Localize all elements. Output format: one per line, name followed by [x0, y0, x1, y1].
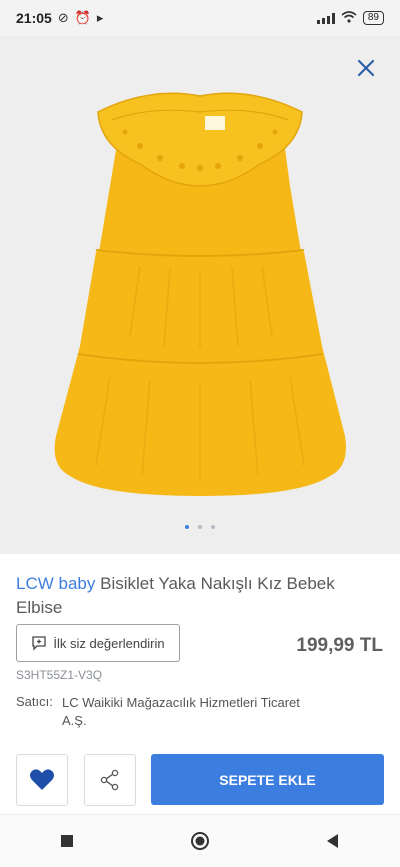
product-image: [54, 92, 346, 496]
share-icon: [100, 769, 119, 791]
recent-apps-icon: [60, 835, 73, 847]
close-icon: [357, 59, 375, 77]
product-price: 199,99 TL: [296, 635, 383, 656]
alarm-icon: ⏰: [74, 10, 91, 25]
write-review-button[interactable]: İlk siz değerlendirin: [16, 624, 180, 662]
product-image-gallery[interactable]: [0, 36, 400, 554]
seller-name[interactable]: LC Waikiki Mağazacılık Hizmetleri Ticare…: [62, 694, 302, 730]
battery-indicator: 89: [362, 11, 384, 25]
status-time: 21:05: [16, 10, 52, 26]
product-title: LCW baby Bisiklet Yaka Nakışlı Kız Bebek…: [16, 572, 376, 620]
close-button[interactable]: [354, 56, 378, 80]
status-bar: 21:05 ⊘ ⏰ ▸ 89: [0, 0, 400, 36]
wifi-icon: [341, 10, 357, 26]
home-button[interactable]: [180, 821, 220, 861]
seller-label: Satıcı:: [16, 694, 53, 709]
action-bar: SEPETE EKLE: [16, 754, 384, 806]
home-icon: [190, 832, 209, 850]
add-review-icon: [32, 636, 47, 651]
favorite-button[interactable]: [16, 754, 68, 806]
back-icon: [327, 834, 339, 848]
gallery-dot-3[interactable]: [211, 525, 215, 529]
heart-icon: [30, 769, 54, 790]
gallery-dot-2[interactable]: [198, 525, 202, 529]
gallery-dot-1[interactable]: [185, 525, 189, 529]
system-nav-bar: [0, 814, 400, 867]
recent-apps-button[interactable]: [47, 821, 87, 861]
add-to-cart-button[interactable]: SEPETE EKLE: [151, 754, 384, 805]
brand-link[interactable]: LCW baby: [16, 574, 95, 593]
mute-icon: ⊘: [57, 10, 69, 25]
product-sku: S3HT55Z1-V3Q: [16, 668, 103, 682]
product-details: LCW baby Bisiklet Yaka Nakışlı Kız Bebek…: [0, 554, 400, 814]
signal-icon: [316, 12, 335, 24]
play-icon: ▸: [96, 10, 104, 25]
share-button[interactable]: [84, 754, 136, 806]
write-review-label: İlk siz değerlendirin: [53, 635, 165, 651]
gallery-pagination[interactable]: [0, 525, 400, 529]
back-button[interactable]: [313, 821, 353, 861]
